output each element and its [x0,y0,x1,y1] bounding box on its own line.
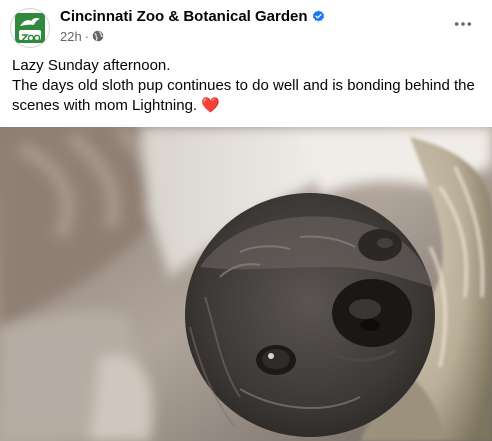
bird-silhouette-icon [20,17,40,26]
meta-separator: · [84,28,90,44]
post-timestamp[interactable]: 22h [60,29,82,44]
globe-icon [92,30,104,42]
post-text-line-1: Lazy Sunday afternoon. [12,57,171,74]
zoo-wordmark [19,30,41,42]
post-text-line-2: The days old sloth pup continues to do w… [12,76,486,116]
more-options-icon [454,22,472,26]
facebook-post: Cincinnati Zoo & Botanical Garden 22h · [0,0,492,441]
sloth-pup-photo[interactable] [0,127,492,441]
page-avatar[interactable] [10,8,50,48]
photo-illustration [0,127,492,441]
post-text-line-2-body: The days old sloth pup continues to do w… [12,77,475,114]
more-options-button[interactable] [447,8,479,40]
post-header: Cincinnati Zoo & Botanical Garden 22h · [0,0,492,52]
zoo-logo-icon [15,13,45,43]
heart-emoji: ❤️ [201,97,220,114]
verified-badge-icon [312,9,325,23]
post-meta: 22h · [60,28,104,44]
page-name-link[interactable]: Cincinnati Zoo & Botanical Garden [60,8,308,25]
author-row: Cincinnati Zoo & Botanical Garden [60,6,325,26]
post-message: Lazy Sunday afternoon. The days old slot… [12,56,486,116]
